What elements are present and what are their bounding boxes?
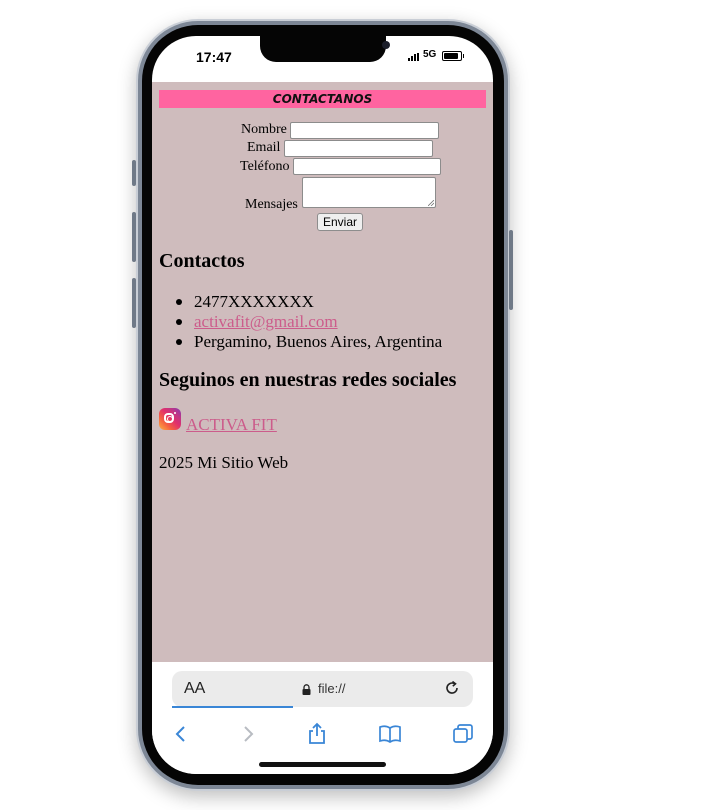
name-input[interactable] [290,122,439,139]
footer-text: 2025 Mi Sitio Web [159,453,289,472]
list-item: Pergamino, Buenos Aires, Argentina [176,332,443,352]
reload-icon[interactable] [443,679,461,697]
social-heading: Seguinos en nuestras redes sociales [159,369,457,391]
text-size-button[interactable]: AA [184,680,205,698]
address-bar[interactable]: AA file:// [172,671,473,707]
email-link[interactable]: activafit@gmail.com [194,312,338,331]
battery-level [444,53,458,59]
contacts-list: 2477XXXXXXX activafit@gmail.com Pergamin… [176,292,443,352]
battery-icon [442,51,464,61]
resize-grip-icon[interactable] [428,200,434,206]
volume-up-button [132,212,136,262]
tabs-icon[interactable] [451,722,475,746]
forward-icon[interactable] [236,722,260,746]
network-type: 5G [423,49,437,60]
signal-icon [408,53,422,61]
list-item: activafit@gmail.com [176,312,442,332]
email-label: Email [247,140,281,155]
power-button [509,230,513,310]
phone-input[interactable] [293,158,441,175]
contacts-heading: Contactos [159,250,245,272]
notch [260,36,390,62]
instagram-link[interactable]: ACTIVA FIT [186,415,277,435]
name-label: Nombre [241,122,287,137]
lock-icon [302,684,311,695]
list-item: 2477XXXXXXX [176,292,442,312]
address-text: Pergamino, Buenos Aires, Argentina [194,332,443,351]
phone-screen: 17:47 5G CONTACTANOS Nombre Email Teléfo… [152,36,493,774]
submit-button[interactable]: Enviar [317,213,363,231]
status-time: 17:47 [196,49,232,65]
phone-label: Teléfono [240,159,290,174]
page-load-progress [172,706,293,708]
web-content[interactable]: CONTACTANOS Nombre Email Teléfono Mensaj… [152,82,493,662]
status-bar: 17:47 5G [152,36,493,82]
message-label: Mensajes [245,197,298,212]
message-textarea[interactable] [302,177,436,208]
url-text[interactable]: file:// [318,680,345,698]
phone-number: 2477XXXXXXX [194,292,314,311]
email-input[interactable] [284,140,433,157]
browser-bar: AA file:// [152,662,493,774]
home-indicator[interactable] [259,762,386,767]
header-banner: CONTACTANOS [159,90,486,108]
bookmarks-icon[interactable] [378,722,402,746]
back-icon[interactable] [169,722,193,746]
silent-switch [132,160,136,186]
page-title: CONTACTANOS [272,92,373,106]
volume-down-button [132,278,136,328]
share-icon[interactable] [305,722,329,746]
front-camera [382,41,390,49]
instagram-icon[interactable] [159,408,181,430]
text-size-label: AA [184,680,206,697]
